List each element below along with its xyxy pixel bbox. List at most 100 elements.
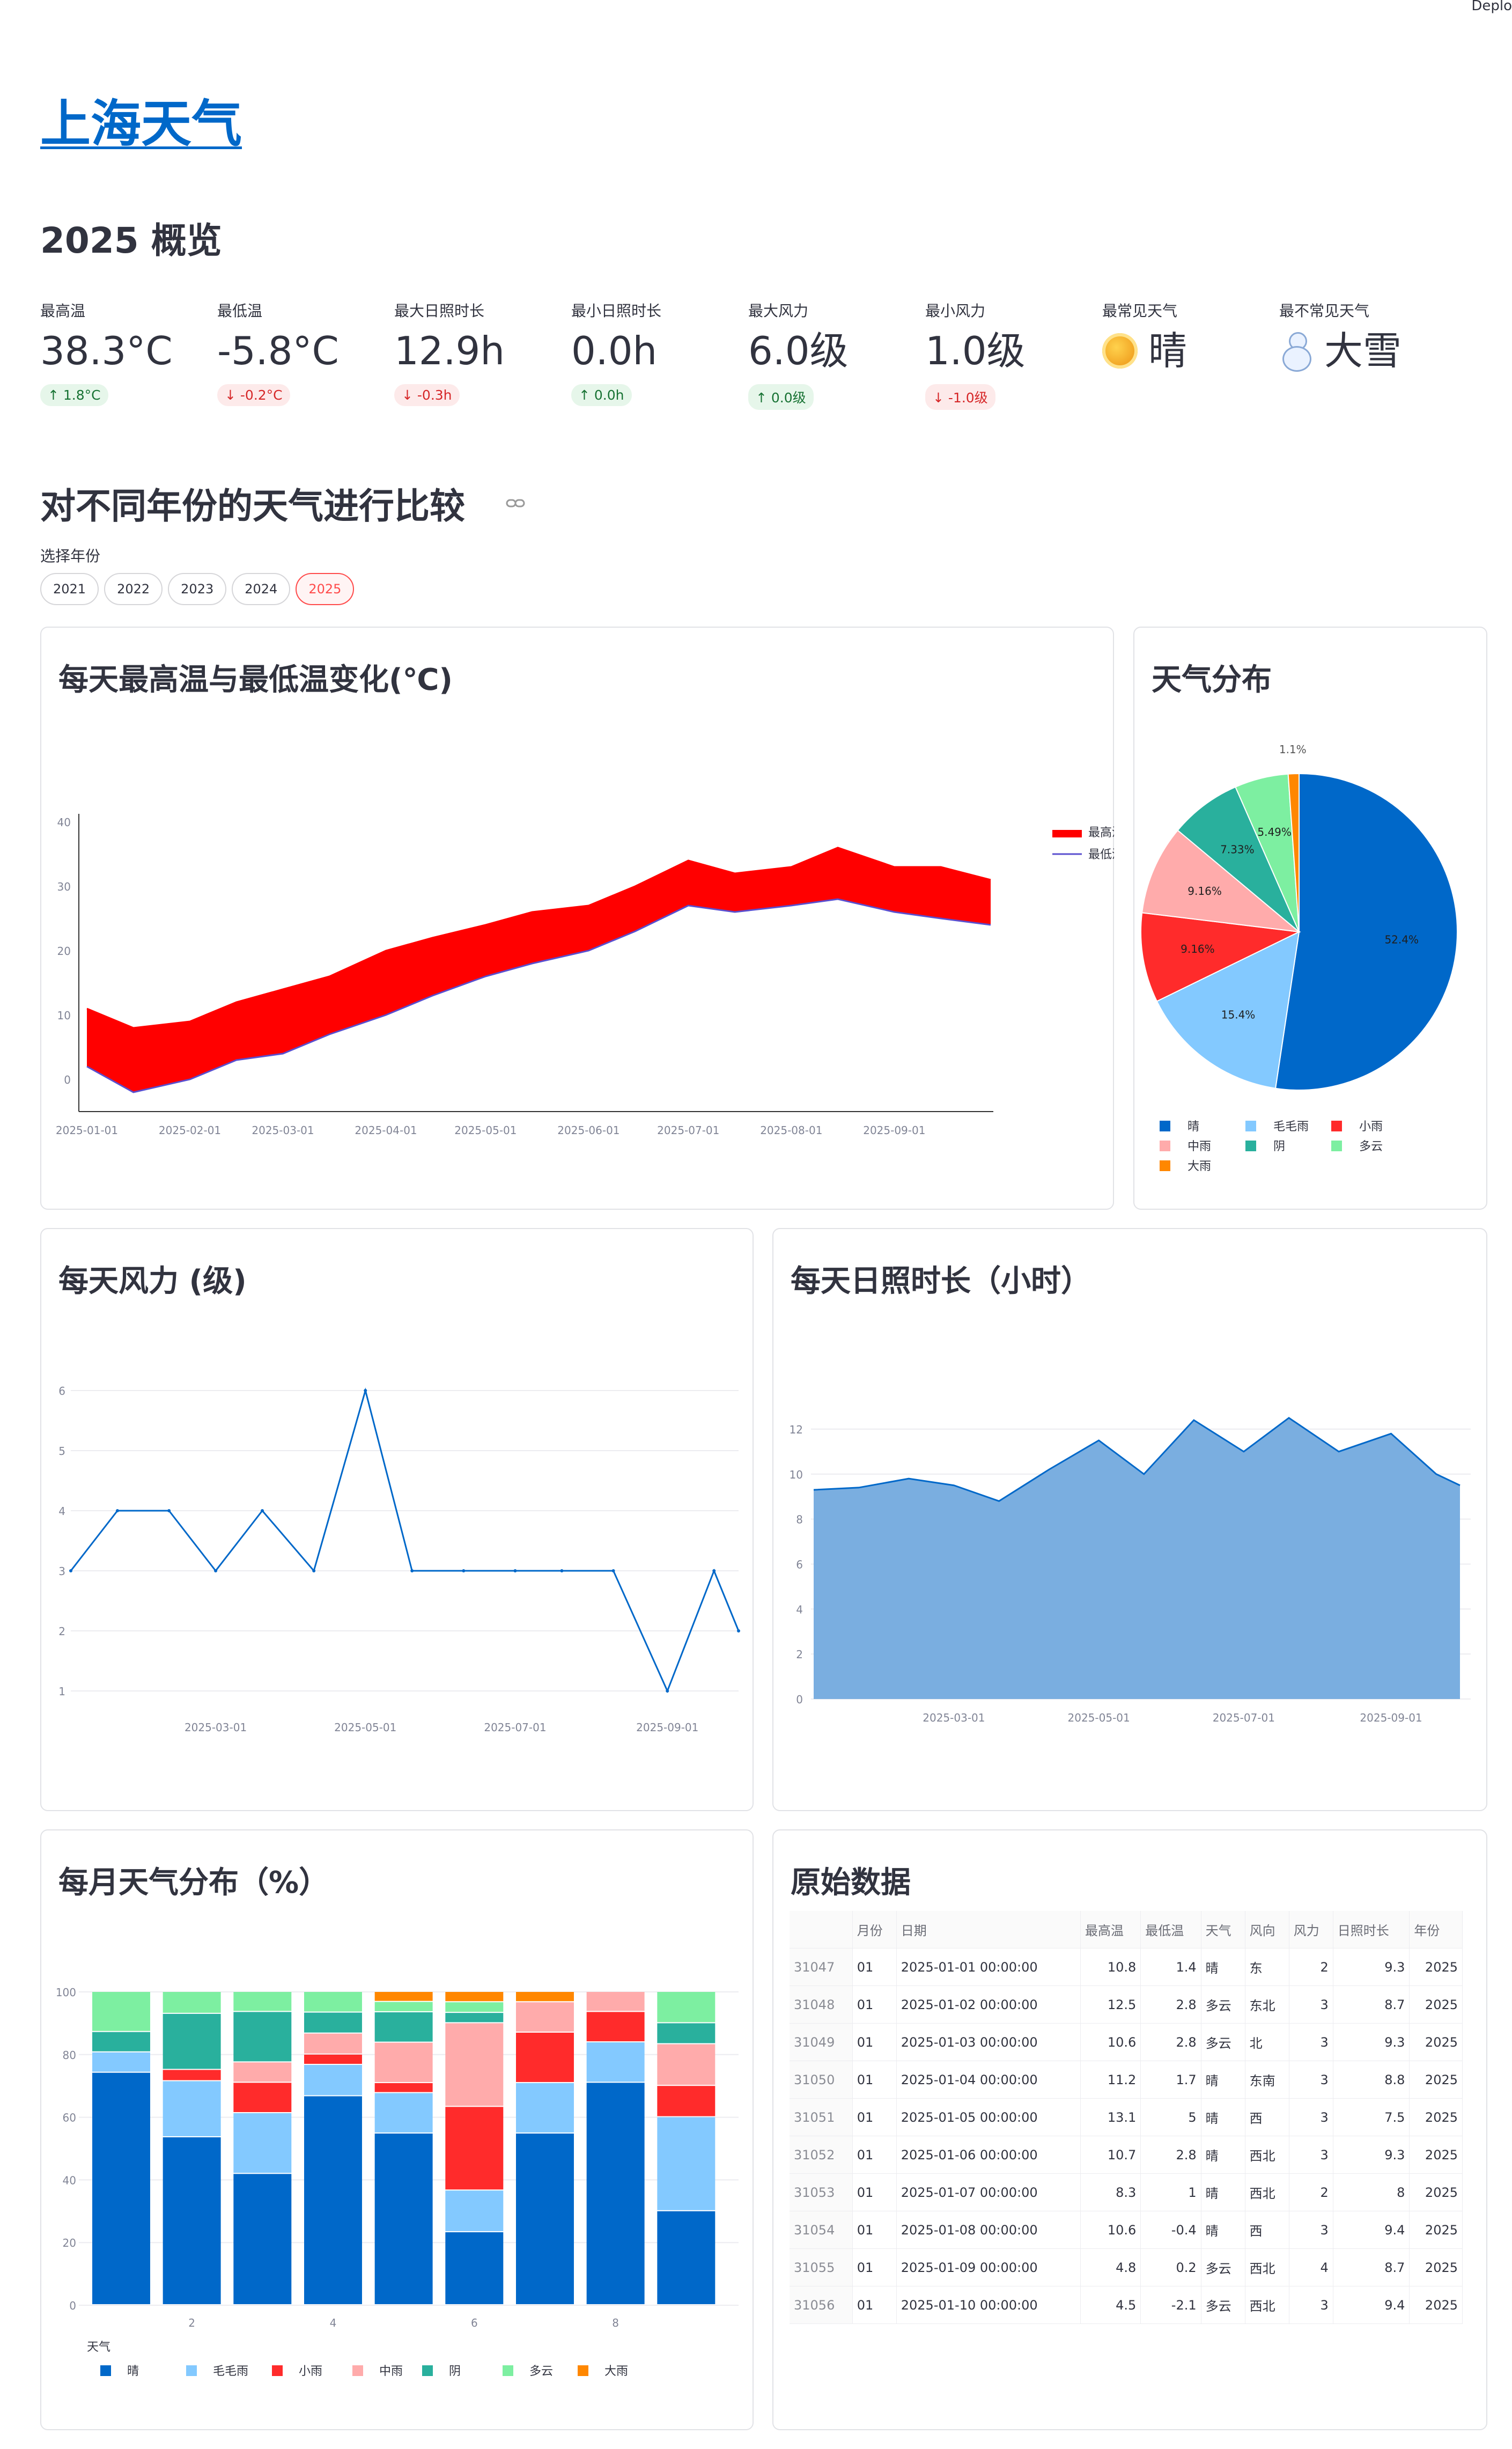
metric-delta: ↓ -0.2°C (217, 384, 290, 406)
table-row[interactable]: 31050 01 2025-01-04 00:00:00 11.2 1.7 晴东南 3 8.8… (790, 2061, 1463, 2099)
pie-value-label: 52.4% (1384, 933, 1419, 946)
metric-value: 6.0级 (748, 332, 920, 370)
bar-segment (374, 2133, 433, 2304)
column-header[interactable]: 月份 (852, 1911, 897, 1948)
table-cell: 西北 (1245, 2173, 1289, 2211)
bar-segment (233, 1992, 292, 2011)
table-cell: 9.3 (1333, 2136, 1410, 2174)
legend-label: 阴 (449, 2365, 461, 2378)
column-header[interactable]: 年份 (1409, 1911, 1463, 1948)
table-cell: 3 (1289, 1985, 1333, 2024)
deploy-button[interactable]: Deplo (1471, 0, 1512, 14)
column-header[interactable]: 天气 (1201, 1911, 1245, 1948)
table-cell: 2025 (1409, 2136, 1463, 2174)
table-cell: 3 (1289, 2061, 1333, 2099)
table-cell: 西 (1245, 2211, 1289, 2249)
x-tick-label: 2025-05-01 (454, 1124, 517, 1137)
column-header[interactable]: 日期 (896, 1911, 1081, 1948)
pie-chart-card: 天气分布 52.4% 15.4% 9.16% 9.16% 7.33% 5.49% 1.1% 晴… (1133, 627, 1487, 1210)
bar-segment (233, 2113, 292, 2173)
wind-point (666, 1689, 669, 1693)
legend-label: 小雨 (299, 2365, 322, 2378)
column-header[interactable]: 日照时长 (1333, 1911, 1410, 1948)
table-row[interactable]: 31051 01 2025-01-05 00:00:00 13.1 5 晴西 3 7.5 202… (790, 2098, 1463, 2136)
bar-segment (163, 2070, 221, 2080)
x-tick-label: 2025-07-01 (1213, 1711, 1275, 1724)
table-row[interactable]: 31054 01 2025-01-08 00:00:00 10.6 -0.4 晴西 3 9.4… (790, 2211, 1463, 2249)
wind-point (261, 1509, 264, 1512)
wind-point (69, 1569, 72, 1572)
table-cell: 东南 (1245, 2061, 1289, 2099)
x-tick-label: 2025-09-01 (1360, 1711, 1422, 1724)
table-cell: 01 (852, 2098, 897, 2136)
pie-chart[interactable]: 52.4% 15.4% 9.16% 9.16% 7.33%5.49% 1.1% 晴 毛毛雨 小雨… (1134, 671, 1486, 1207)
x-tick-label: 2025-07-01 (657, 1124, 719, 1137)
metric-value-text: 12.9h (394, 328, 505, 373)
sun-chart[interactable]: 0 2 4 6 8 10 12 2025-03-01 2025-05-01 2025-07-01 2… (773, 1272, 1486, 1808)
table-row[interactable]: 31048 01 2025-01-02 00:00:00 12.5 2.8 多云 东北 3 8.… (790, 1985, 1463, 2024)
table-row[interactable]: 31049 01 2025-01-03 00:00:00 10.6 2.8 多云北 3 9.3… (790, 2023, 1463, 2061)
table-cell: 4.5 (1080, 2286, 1141, 2324)
column-header[interactable] (790, 1911, 853, 1948)
link-icon[interactable] (506, 495, 525, 508)
table-row[interactable]: 31055 01 2025-01-09 00:00:00 4.8 0.2 多云 西北 4 8.7… (790, 2248, 1463, 2286)
pie-value-label: 7.33% (1220, 843, 1255, 856)
table-cell: 东 (1245, 1948, 1289, 1986)
table-row[interactable]: 31056 01 2025-01-10 00:00:00 4.5 -2.1 多云 西北 3 9.… (790, 2286, 1463, 2324)
column-header[interactable]: 最高温 (1080, 1911, 1141, 1948)
table-cell: 8.7 (1333, 1985, 1410, 2024)
table-row[interactable]: 31053 01 2025-01-07 00:00:00 8.3 1 晴西北 2 8 2025 (790, 2173, 1463, 2211)
year-pill-2021[interactable]: 2021 (40, 573, 99, 605)
temp-chart-card: 每天最高温与最低温变化(℃) 0 10 20 30 40 2025-01-01 2025-0… (40, 627, 1114, 1210)
pie-legend-swatch (1160, 1141, 1170, 1151)
pie-legend-swatch (1331, 1121, 1342, 1131)
table-cell: 10.6 (1080, 2211, 1141, 2249)
pie-legend-label: 阴 (1273, 1140, 1285, 1153)
x-tick-label: 2025-03-01 (252, 1124, 314, 1137)
year-pill-2022[interactable]: 2022 (104, 573, 163, 605)
table-cell: 2025 (1409, 2061, 1463, 2099)
table-cell: 0.2 (1140, 2248, 1201, 2286)
metric-value: 1.0级 (925, 332, 1097, 370)
bar-segment (92, 1992, 150, 2031)
pie-legend-swatch (1331, 1141, 1342, 1151)
raw-data-table[interactable]: 月份 日期 最高温 最低温 天气 风向 风力 日照时长 年份 31047 01 2025-01-01 … (790, 1911, 1463, 2324)
metric-label: 最小日照时长 (571, 302, 662, 320)
y-tick-label: 0 (69, 2299, 76, 2312)
x-tick-label: 2025-04-01 (355, 1124, 417, 1137)
table-cell: 01 (852, 2136, 897, 2174)
table-cell: 2025-01-04 00:00:00 (896, 2061, 1081, 2099)
column-header[interactable]: 最低温 (1140, 1911, 1201, 1948)
column-header[interactable]: 风向 (1245, 1911, 1289, 1948)
table-row[interactable]: 31052 01 2025-01-06 00:00:00 10.7 2.8 晴西北 3 9.3… (790, 2136, 1463, 2174)
table-cell: 晴 (1201, 2098, 1245, 2136)
table-cell: 10.8 (1080, 1948, 1141, 1986)
bar-segment (445, 1992, 504, 2002)
column-header[interactable]: 风力 (1289, 1911, 1333, 1948)
monthly-chart[interactable]: 0 20 40 60 80 100 2 4 6 8 天气晴 毛毛雨 小雨 中雨 阴 多云 大雨 (41, 1873, 753, 2426)
table-row[interactable]: 31047 01 2025-01-01 00:00:00 10.8 1.4 晴东 2 9.3 2… (790, 1948, 1463, 1986)
table-cell: 31052 (790, 2136, 853, 2174)
table-cell: 2025-01-06 00:00:00 (896, 2136, 1081, 2174)
bar-segment (445, 2190, 504, 2231)
table-cell: 31054 (790, 2211, 853, 2249)
sun-icon (1102, 333, 1138, 369)
bar-segment (304, 1992, 362, 2012)
table-cell: 2025 (1409, 2286, 1463, 2324)
year-pill-2023[interactable]: 2023 (168, 573, 227, 605)
y-tick-label: 2 (796, 1648, 803, 1661)
bar-segment (163, 2081, 221, 2136)
x-tick-label: 6 (471, 2316, 478, 2329)
year-pill-2024[interactable]: 2024 (232, 573, 291, 605)
y-tick-label: 5 (58, 1445, 65, 1458)
year-pill-2025[interactable]: 2025 (296, 573, 355, 605)
metric-delta: ↓ -1.0级 (925, 384, 995, 410)
wind-chart[interactable]: 1 2 3 4 5 6 2025-03-01 2025-05-01 2025-07-01 2025… (41, 1272, 753, 1808)
page-title[interactable]: 上海天气 (40, 83, 242, 156)
temp-chart[interactable]: 0 10 20 30 40 2025-01-01 2025-02-01 2025-03-01 2… (41, 671, 1114, 1207)
bar-segment (374, 2012, 433, 2042)
wind-point (364, 1389, 367, 1392)
metric-value: 晴 (1102, 332, 1274, 370)
table-cell: 4 (1289, 2248, 1333, 2286)
x-tick-label: 2 (188, 2316, 195, 2329)
